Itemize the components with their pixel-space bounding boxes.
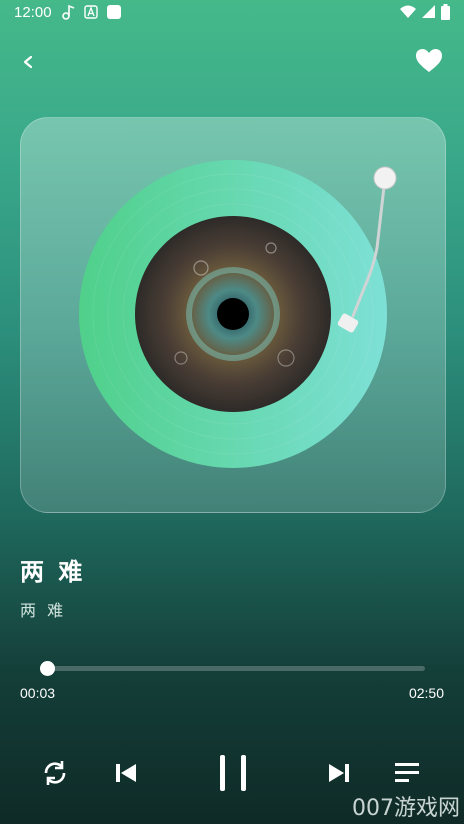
progress-bar[interactable] xyxy=(39,661,425,676)
next-button[interactable] xyxy=(325,759,353,787)
wifi-icon xyxy=(400,5,416,18)
previous-button[interactable] xyxy=(112,759,140,787)
vinyl-record xyxy=(79,160,397,468)
top-bar xyxy=(0,40,464,80)
song-title: 两 难 xyxy=(20,558,86,586)
letter-a-icon xyxy=(84,5,98,19)
square-icon xyxy=(107,5,121,19)
repeat-icon xyxy=(44,761,66,785)
music-note-icon xyxy=(62,4,75,20)
chevron-left-icon xyxy=(23,55,33,69)
song-artist: 两 难 xyxy=(20,601,67,620)
signal-icon xyxy=(422,5,435,18)
watermark: 007游戏网 xyxy=(352,796,460,821)
tonearm-pivot xyxy=(373,166,397,190)
playlist-icon xyxy=(395,763,419,782)
progress-knob[interactable] xyxy=(39,661,55,676)
battery-icon xyxy=(441,4,450,20)
repeat-button[interactable] xyxy=(40,758,70,788)
back-button[interactable] xyxy=(14,48,42,76)
next-icon xyxy=(329,764,349,782)
pause-icon xyxy=(220,755,246,791)
current-time: 00:03 xyxy=(20,685,56,701)
total-time: 02:50 xyxy=(408,685,444,701)
album-card xyxy=(20,117,446,513)
previous-icon xyxy=(116,764,136,782)
playlist-button[interactable] xyxy=(392,758,424,788)
favorite-button[interactable] xyxy=(414,46,444,76)
status-bar: 12:00 xyxy=(0,0,464,26)
status-icons-left xyxy=(62,4,122,20)
spindle-hole xyxy=(217,298,249,330)
pause-button[interactable] xyxy=(214,752,252,794)
status-icons-right xyxy=(400,4,450,20)
status-time: 12:00 xyxy=(14,4,52,21)
heart-icon xyxy=(416,49,442,72)
